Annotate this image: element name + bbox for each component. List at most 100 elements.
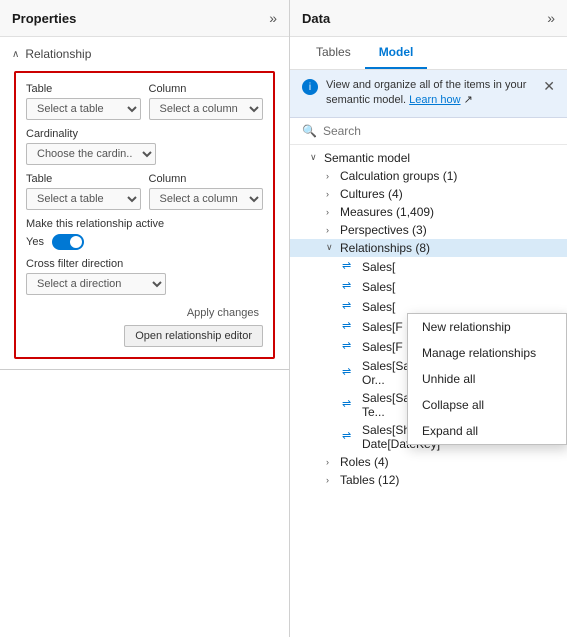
active-relationship-row: Make this relationship active Yes xyxy=(26,218,263,250)
perspectives-chevron-icon: › xyxy=(326,225,340,235)
cardinality-select[interactable]: Choose the cardin... xyxy=(26,143,156,165)
relationships-chevron-icon: ∨ xyxy=(326,242,340,253)
table2-label: Table xyxy=(26,173,141,185)
left-panel-header: Properties » xyxy=(0,0,289,37)
roles-chevron-icon: › xyxy=(326,457,340,467)
tree-root-label: Semantic model xyxy=(324,151,410,165)
apply-changes-button[interactable]: Apply changes xyxy=(183,305,263,321)
table1-label: Table xyxy=(26,83,141,95)
active-toggle[interactable] xyxy=(52,234,84,250)
tree-area: ∨ Semantic model › Calculation groups (1… xyxy=(290,145,567,637)
context-menu-item-manage[interactable]: Manage relationships xyxy=(408,340,566,366)
table1-col: Table Select a table xyxy=(26,83,141,120)
search-input[interactable] xyxy=(323,124,555,138)
tree-item-label: Measures (1,409) xyxy=(340,205,434,219)
right-expand-icon[interactable]: » xyxy=(547,10,555,26)
tree-rel-label-4: Sales[F xyxy=(362,340,403,354)
context-menu: New relationship Manage relationships Un… xyxy=(407,313,567,445)
left-panel-title: Properties xyxy=(12,11,76,26)
tree-item-tables[interactable]: › Tables (12) xyxy=(290,471,567,489)
measures-chevron-icon: › xyxy=(326,207,340,217)
table1-column1-row: Table Select a table Column Select a col… xyxy=(26,83,263,120)
context-menu-item-expand[interactable]: Expand all xyxy=(408,418,566,444)
tree-item-label: Tables (12) xyxy=(340,473,399,487)
cardinality-row: Cardinality Choose the cardin... xyxy=(26,128,263,165)
info-icon: i xyxy=(302,79,318,95)
cardinality-label: Cardinality xyxy=(26,128,263,140)
rel-icon-0: ⇌ xyxy=(342,259,358,275)
table2-column2-row: Table Select a table Column Select a col… xyxy=(26,173,263,210)
tree-item-label: Calculation groups (1) xyxy=(340,169,457,183)
tree-rel-item-0[interactable]: ⇌ Sales[ xyxy=(290,257,567,277)
tree-item-cultures[interactable]: › Cultures (4) xyxy=(290,185,567,203)
tree-rel-item-1[interactable]: ⇌ Sales[ xyxy=(290,277,567,297)
toggle-yes-label: Yes xyxy=(26,236,44,248)
toggle-thumb xyxy=(70,236,82,248)
tree-rel-label-0: Sales[ xyxy=(362,260,395,274)
right-panel-header: Data » xyxy=(290,0,567,37)
right-panel-title: Data xyxy=(302,11,330,26)
tree-item-label: Relationships (8) xyxy=(340,241,430,255)
tab-tables[interactable]: Tables xyxy=(302,37,365,69)
tree-item-roles[interactable]: › Roles (4) xyxy=(290,453,567,471)
link-external-icon: ↗ xyxy=(464,94,473,106)
cultures-chevron-icon: › xyxy=(326,189,340,199)
root-chevron-icon: ∨ xyxy=(310,152,324,163)
table2-col: Table Select a table xyxy=(26,173,141,210)
rel-icon-7: ⇌ xyxy=(342,429,358,445)
left-expand-icon[interactable]: » xyxy=(269,10,277,26)
info-bar: i View and organize all of the items in … xyxy=(290,70,567,118)
column2-label: Column xyxy=(149,173,264,185)
tables-chevron-icon: › xyxy=(326,475,340,485)
rel-icon-4: ⇌ xyxy=(342,339,358,355)
column1-label: Column xyxy=(149,83,264,95)
column1-col: Column Select a column xyxy=(149,83,264,120)
action-buttons: Apply changes Open relationship editor xyxy=(26,305,263,347)
search-icon: 🔍 xyxy=(302,124,317,138)
relationship-label: ∧ Relationship xyxy=(12,47,277,61)
relationship-section: ∧ Relationship Table Select a table Colu… xyxy=(0,37,289,370)
context-menu-item-collapse[interactable]: Collapse all xyxy=(408,392,566,418)
open-relationship-editor-button[interactable]: Open relationship editor xyxy=(124,325,263,347)
tab-model[interactable]: Model xyxy=(365,37,428,69)
info-close-button[interactable]: ✕ xyxy=(543,78,555,95)
column2-col: Column Select a column xyxy=(149,173,264,210)
rel-icon-1: ⇌ xyxy=(342,279,358,295)
right-panel: Data » Tables Model i View and organize … xyxy=(290,0,567,637)
info-text: View and organize all of the items in yo… xyxy=(326,78,535,109)
tree-item-label: Perspectives (3) xyxy=(340,223,427,237)
tree-root[interactable]: ∨ Semantic model xyxy=(290,149,567,167)
left-panel: Properties » ∧ Relationship Table Select… xyxy=(0,0,290,637)
tree-rel-label-2: Sales[ xyxy=(362,300,395,314)
column1-select[interactable]: Select a column xyxy=(149,98,264,120)
toggle-row: Yes xyxy=(26,234,263,250)
rel-icon-3: ⇌ xyxy=(342,319,358,335)
table2-select[interactable]: Select a table xyxy=(26,188,141,210)
tree-item-calculation-groups[interactable]: › Calculation groups (1) xyxy=(290,167,567,185)
context-menu-item-new[interactable]: New relationship xyxy=(408,314,566,340)
direction-row: Cross filter direction Select a directio… xyxy=(26,258,263,295)
collapse-arrow-icon[interactable]: ∧ xyxy=(12,49,19,60)
tree-item-label: Cultures (4) xyxy=(340,187,403,201)
learn-how-link[interactable]: Learn how xyxy=(409,94,460,106)
data-tabs: Tables Model xyxy=(290,37,567,70)
rel-icon-2: ⇌ xyxy=(342,299,358,315)
tree-item-measures[interactable]: › Measures (1,409) xyxy=(290,203,567,221)
rel-icon-5: ⇌ xyxy=(342,365,358,381)
column2-select[interactable]: Select a column xyxy=(149,188,264,210)
calc-chevron-icon: › xyxy=(326,171,340,181)
table1-select[interactable]: Select a table xyxy=(26,98,141,120)
active-label: Make this relationship active xyxy=(26,218,263,230)
tree-item-relationships[interactable]: ∨ Relationships (8) xyxy=(290,239,567,257)
tree-item-label: Roles (4) xyxy=(340,455,389,469)
direction-label: Cross filter direction xyxy=(26,258,263,270)
tree-rel-label-1: Sales[ xyxy=(362,280,395,294)
context-menu-item-unhide[interactable]: Unhide all xyxy=(408,366,566,392)
direction-select[interactable]: Select a direction xyxy=(26,273,166,295)
relationship-form: Table Select a table Column Select a col… xyxy=(14,71,275,359)
tree-rel-label-3: Sales[F xyxy=(362,320,403,334)
rel-icon-6: ⇌ xyxy=(342,397,358,413)
search-bar: 🔍 xyxy=(290,118,567,145)
relationship-title: Relationship xyxy=(25,47,91,61)
tree-item-perspectives[interactable]: › Perspectives (3) xyxy=(290,221,567,239)
